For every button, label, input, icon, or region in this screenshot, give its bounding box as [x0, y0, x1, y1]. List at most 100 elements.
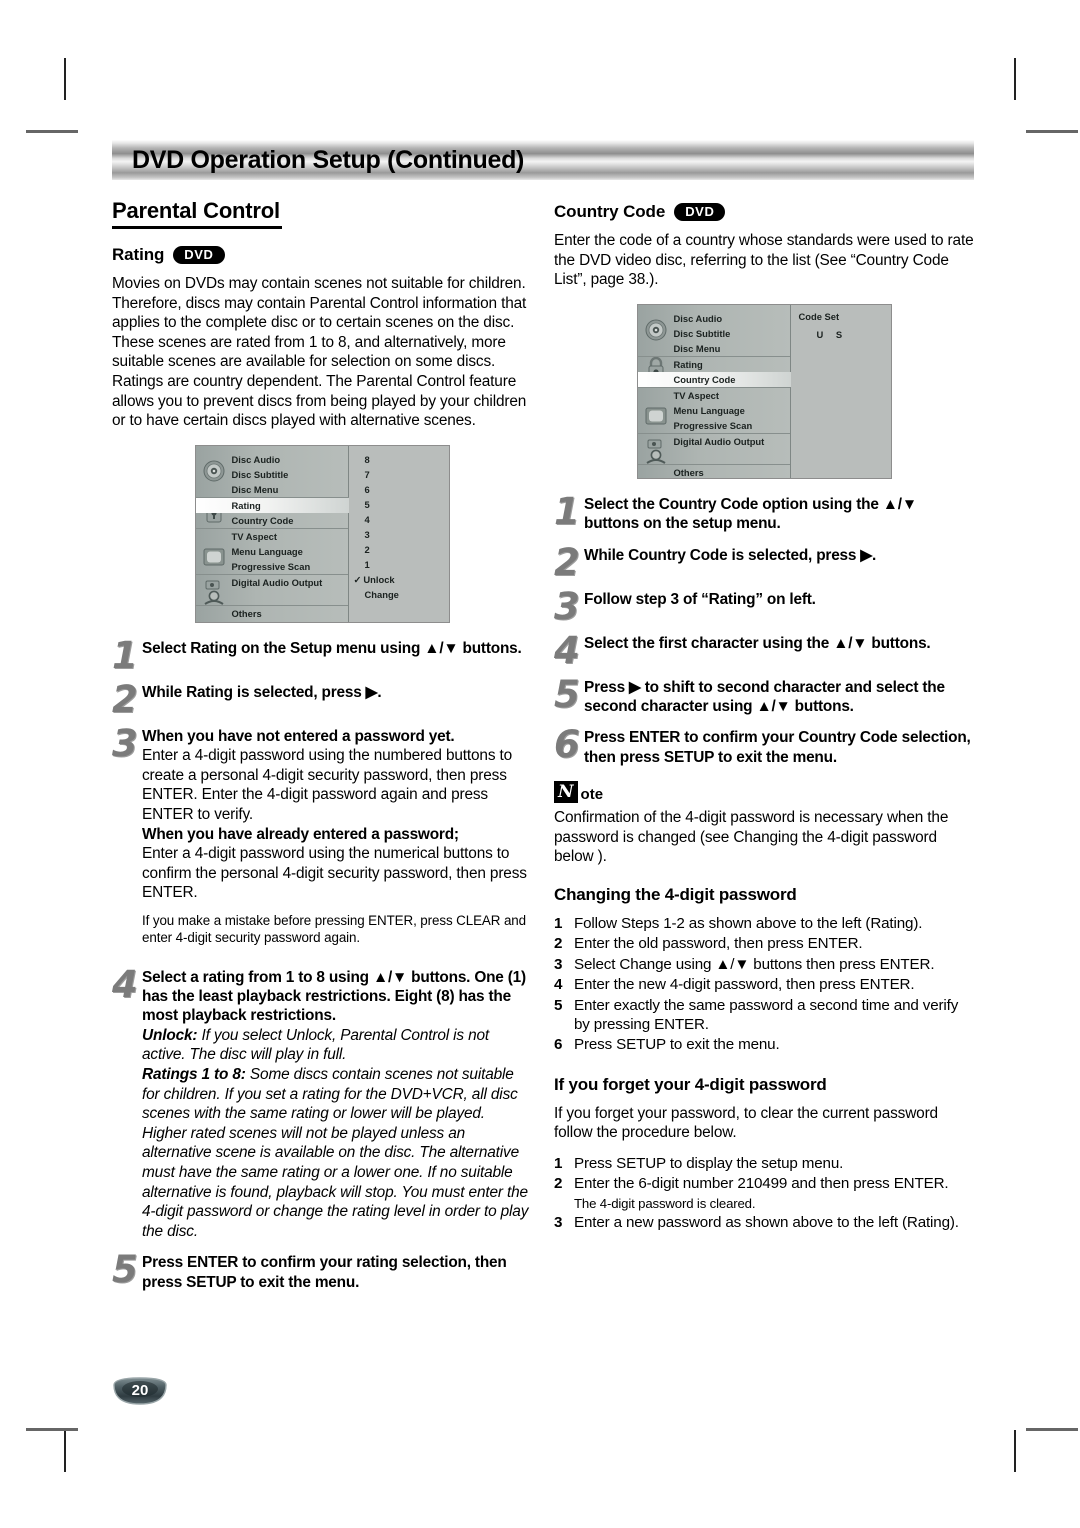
rating-step-3-text2: Enter a 4-digit password using the numer… [142, 844, 527, 902]
rating-steps: 1 Select Rating on the Setup menu using … [112, 637, 532, 1292]
osd-value-7[interactable]: 7 [365, 467, 399, 482]
item-number: 3 [554, 955, 563, 973]
osd-value-4[interactable]: 4 [365, 512, 399, 527]
page-number-badge: 20 [112, 1376, 168, 1406]
osd-item-disc-subtitle[interactable]: Disc Subtitle [638, 326, 790, 341]
osd-item-rating[interactable]: Rating [637, 355, 790, 372]
rating-step-2-lead: While Rating is selected, press ▶. [142, 683, 382, 701]
country-step-1-body: Select the Country Code option using the… [584, 495, 974, 534]
rating-step-2-number: 2 [112, 677, 138, 721]
osd-value-2[interactable]: 2 [365, 542, 399, 557]
dvd-badge-country: DVD [674, 202, 726, 222]
osd-item-menu-language[interactable]: Menu Language [638, 403, 790, 418]
list-item: 2 Enter the old password, then press ENTE… [554, 934, 974, 953]
osd-item-disc-audio[interactable]: Disc Audio [638, 311, 790, 326]
parental-control-heading: Parental Control [112, 198, 282, 229]
osd-code-value[interactable]: U S [817, 329, 848, 340]
osd-value-change[interactable]: Change [365, 587, 399, 602]
country-step-1: 1 Select the Country Code option using t… [554, 493, 974, 534]
country-step-2-body: While Country Code is selected, press ▶. [584, 546, 974, 565]
country-code-heading: Country Code DVD [554, 202, 974, 222]
crop-mark-bottom-right-vertical [1014, 1430, 1016, 1472]
osd-item-blank [196, 590, 348, 605]
osd-value-unlock[interactable]: ✓ Unlock [354, 572, 399, 587]
rating-step-3-lead2: When you have already entered a password… [142, 825, 459, 843]
crop-mark-top-left-vertical [64, 58, 66, 100]
osd-value-5[interactable]: 5 [365, 497, 399, 512]
osd-value-6[interactable]: 6 [365, 482, 399, 497]
rating-intro-text: Movies on DVDs may contain scenes not su… [112, 275, 527, 430]
osd-item-disc-audio[interactable]: Disc Audio [196, 452, 348, 467]
country-step-6: 6 Press ENTER to confirm your Country Co… [554, 726, 974, 767]
osd-value-8[interactable]: 8 [365, 452, 399, 467]
list-item: 2 Enter the 6-digit number 210499 and th… [554, 1174, 974, 1211]
note-glyph-icon: N [554, 781, 578, 804]
ratings-text: Some discs contain scenes not suitable f… [142, 1065, 529, 1240]
osd-item-country-code[interactable]: Country Code [196, 513, 348, 528]
unlock-label: Unlock: [142, 1026, 198, 1044]
osd-item-disc-menu[interactable]: Disc Menu [638, 341, 790, 356]
item-number: 2 [554, 935, 563, 953]
rating-heading: Rating DVD [112, 245, 532, 265]
forgot-password-intro: If you forget your password, to clear th… [554, 1104, 938, 1142]
country-step-5-lead: Press ▶ to shift to second character and… [584, 678, 945, 715]
osd-item-progressive-scan[interactable]: Progressive Scan [196, 559, 348, 574]
osd-item-tv-aspect[interactable]: TV Aspect [637, 386, 790, 403]
crop-mark-bottom-right-horizontal [1026, 1428, 1078, 1431]
item-number: 6 [554, 1036, 563, 1054]
note-heading-rest: ote [580, 786, 604, 804]
country-step-1-lead: Select the Country Code option using the… [584, 495, 917, 533]
changing-password-list: 1 Follow Steps 1-2 as shown above to the … [554, 914, 974, 1055]
ratings-label: Ratings 1 to 8: [142, 1065, 246, 1083]
osd-item-menu-language[interactable]: Menu Language [196, 544, 348, 559]
crop-mark-top-right-horizontal [1026, 130, 1078, 133]
rating-step-4: 4 Select a rating from 1 to 8 using ▲/▼ … [112, 966, 532, 1242]
osd-value-3[interactable]: 3 [365, 527, 399, 542]
osd-item-disc-subtitle[interactable]: Disc Subtitle [196, 467, 348, 482]
item-text: Follow Steps 1-2 as shown above to the l… [574, 915, 923, 932]
rating-step-3-lead: When you have not entered a password yet… [142, 727, 455, 745]
rating-osd-figure: Disc Audio Disc Subtitle Disc Menu Ratin… [112, 444, 532, 623]
list-item: 3 Enter a new password as shown above to … [554, 1213, 974, 1232]
osd-item-others[interactable]: Others [195, 604, 348, 621]
page-number-text: 20 [132, 1382, 149, 1399]
osd-value-1[interactable]: 1 [365, 557, 399, 572]
dvd-badge: DVD [173, 245, 225, 265]
osd-item-digital-audio-output[interactable]: Digital Audio Output [637, 432, 790, 449]
country-step-5-body: Press ▶ to shift to second character and… [584, 678, 974, 717]
item-number: 3 [554, 1213, 563, 1231]
country-step-5-number: 5 [554, 672, 580, 716]
osd-menu-panel: Disc Audio Disc Subtitle Disc Menu Ratin… [195, 445, 354, 622]
osd-value-panel-country: Code Set U S [790, 304, 891, 478]
item-number: 2 [554, 1175, 563, 1193]
rating-step-3-number: 3 [112, 721, 138, 765]
country-code-intro-text: Enter the code of a country whose standa… [554, 232, 974, 289]
osd-item-digital-audio-output[interactable]: Digital Audio Output [195, 573, 348, 590]
list-item: 5 Enter exactly the same password a secon… [554, 996, 974, 1035]
item-text: Enter the old password, then press ENTER… [574, 935, 863, 953]
osd-item-tv-aspect[interactable]: TV Aspect [195, 527, 348, 544]
two-column-layout: Parental Control Rating DVD Movies on DV… [112, 198, 974, 1304]
osd-menu-panel-country: Disc Audio Disc Subtitle Disc Menu Ratin… [637, 304, 796, 480]
list-item: 1 Press SETUP to display the setup menu. [554, 1154, 974, 1173]
country-step-3: 3 Follow step 3 of “Rating” on left. [554, 588, 974, 625]
crop-mark-bottom-left-horizontal [26, 1428, 78, 1431]
country-step-6-lead: Press ENTER to confirm your Country Code… [584, 729, 971, 766]
left-column: Parental Control Rating DVD Movies on DV… [112, 198, 532, 1304]
rating-step-5-lead: Press ENTER to confirm your rating selec… [142, 1254, 507, 1291]
country-step-5: 5 Press ▶ to shift to second character a… [554, 672, 974, 717]
country-step-4-lead: Select the first character using the ▲/▼… [584, 634, 931, 652]
rating-step-2-body: While Rating is selected, press ▶. [142, 683, 532, 702]
country-step-4-number: 4 [554, 628, 580, 672]
country-step-4: 4 Select the first character using the ▲… [554, 628, 974, 672]
osd-item-country-code[interactable]: Country Code [637, 371, 796, 387]
country-step-2: 2 While Country Code is selected, press … [554, 544, 974, 581]
osd-item-others[interactable]: Others [637, 463, 790, 480]
osd-item-progressive-scan[interactable]: Progressive Scan [638, 418, 790, 433]
changing-password-heading: Changing the 4-digit password [554, 885, 797, 904]
note-text: Confirmation of the 4-digit password is … [554, 809, 949, 866]
osd-item-disc-menu[interactable]: Disc Menu [196, 482, 348, 497]
rating-step-3: 3 When you have not entered a password y… [112, 721, 532, 956]
list-item: 1 Follow Steps 1-2 as shown above to the … [554, 914, 974, 933]
osd-item-rating[interactable]: Rating [195, 496, 354, 513]
